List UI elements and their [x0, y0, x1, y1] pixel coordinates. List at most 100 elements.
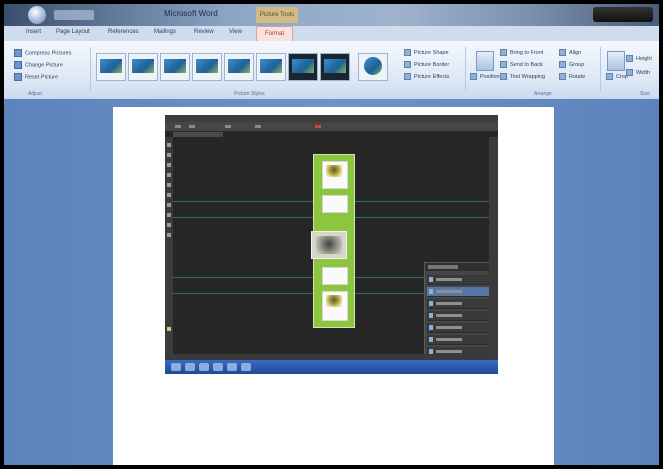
taskbar-app-icon: [171, 363, 181, 371]
word-window: Microsoft Word Picture Tools Insert Page…: [4, 4, 659, 465]
tab-format[interactable]: Format: [256, 26, 294, 42]
layer-visibility-icon: [429, 289, 433, 294]
picture-style-thumbnail-icon[interactable]: [192, 53, 222, 81]
compress-pictures-button[interactable]: Compress Pictures: [14, 49, 71, 57]
embedded-photoshop-screenshot[interactable]: [165, 115, 498, 374]
layer-row: [427, 287, 489, 297]
picture-style-thumbnail-icon[interactable]: [256, 53, 286, 81]
photoshop-tool-icon: [167, 233, 171, 237]
tab-mailings[interactable]: Mailings: [154, 29, 176, 35]
taskbar-app-icon: [199, 363, 209, 371]
layer-row: [427, 311, 489, 321]
photoshop-toolbar: [165, 137, 173, 354]
photoshop-tool-icon: [167, 327, 171, 331]
photoshop-tool-icon: [315, 125, 321, 128]
floating-image-thumbnail: [311, 231, 347, 259]
taskbar-app-icon: [185, 363, 195, 371]
picture-style-thumbnail-icon[interactable]: [160, 53, 190, 81]
layers-panel-header: [425, 263, 491, 271]
window-controls[interactable]: [593, 7, 653, 22]
picture-style-thumbnail-icon[interactable]: [358, 53, 388, 81]
reset-picture-button[interactable]: Reset Picture: [14, 73, 58, 81]
strip-cell: [322, 161, 348, 189]
taskbar-app-icon: [213, 363, 223, 371]
picture-style-thumbnail-icon[interactable]: [96, 53, 126, 81]
photoshop-tool-icon: [167, 203, 171, 207]
arrange-group-label: Arrange: [534, 91, 552, 97]
picture-styles-group-label: Picture Styles: [234, 91, 265, 97]
photoshop-tool-icon: [175, 125, 181, 128]
photoshop-tool-icon: [167, 163, 171, 167]
tab-page-layout[interactable]: Page Layout: [56, 29, 90, 35]
change-picture-button[interactable]: Change Picture: [14, 61, 63, 69]
quick-access-toolbar[interactable]: [54, 10, 94, 20]
picture-shape-button[interactable]: Picture Shape: [404, 49, 449, 56]
layer-visibility-icon: [429, 277, 433, 282]
align-button[interactable]: Align: [559, 49, 581, 56]
contextual-tab-title: Picture Tools: [256, 7, 298, 23]
crop-button[interactable]: Crop: [606, 73, 628, 80]
photoshop-tool-icon: [167, 153, 171, 157]
tab-review[interactable]: Review: [194, 29, 214, 35]
position-icon[interactable]: [476, 51, 494, 71]
tab-view[interactable]: View: [229, 29, 242, 35]
window-title: Microsoft Word: [164, 9, 218, 18]
taskbar-app-icon: [241, 363, 251, 371]
rotate-button[interactable]: Rotate: [559, 73, 585, 80]
layer-visibility-icon: [429, 325, 433, 330]
position-button[interactable]: Position: [470, 73, 500, 80]
photoshop-tool-icon: [167, 183, 171, 187]
ribbon-divider: [90, 47, 91, 91]
size-group-label: Size: [640, 91, 650, 97]
bring-to-front-button[interactable]: Bring to Front: [500, 49, 543, 56]
photoshop-tool-icon: [255, 125, 261, 128]
layer-visibility-icon: [429, 313, 433, 318]
strip-cell: [322, 291, 348, 321]
tab-references[interactable]: References: [108, 29, 139, 35]
taskbar: [165, 360, 498, 374]
picture-styles-gallery: [96, 53, 390, 83]
photoshop-tool-icon: [167, 223, 171, 227]
layer-row: [427, 299, 489, 309]
ribbon-tabs: Insert Page Layout References Mailings R…: [4, 26, 659, 42]
picture-effects-button[interactable]: Picture Effects: [404, 73, 449, 80]
photoshop-tool-icon: [167, 173, 171, 177]
adjust-group-label: Adjust: [28, 91, 42, 97]
photoshop-tool-icon: [167, 213, 171, 217]
document-area: [4, 99, 659, 465]
ribbon-divider: [600, 47, 601, 91]
picture-style-thumbnail-icon[interactable]: [288, 53, 318, 81]
height-field[interactable]: Height: [626, 55, 652, 62]
picture-border-button[interactable]: Picture Border: [404, 61, 449, 68]
tab-insert[interactable]: Insert: [26, 29, 41, 35]
document-page[interactable]: [113, 107, 554, 465]
strip-cell: [322, 267, 348, 285]
crop-icon[interactable]: [607, 51, 625, 71]
layer-visibility-icon: [429, 337, 433, 342]
title-bar: Microsoft Word Picture Tools: [4, 4, 659, 26]
photoshop-tool-icon: [225, 125, 231, 128]
office-orb-icon[interactable]: [28, 6, 46, 24]
picture-style-thumbnail-icon[interactable]: [224, 53, 254, 81]
taskbar-app-icon: [227, 363, 237, 371]
layer-visibility-icon: [429, 301, 433, 306]
text-wrapping-button[interactable]: Text Wrapping: [500, 73, 545, 80]
photoshop-tool-icon: [167, 193, 171, 197]
photoshop-panel-dock: [489, 137, 498, 354]
picture-style-thumbnail-icon[interactable]: [320, 53, 350, 81]
photoshop-tool-icon: [167, 143, 171, 147]
picture-style-thumbnail-icon[interactable]: [128, 53, 158, 81]
width-field[interactable]: Width: [626, 69, 650, 76]
send-to-back-button[interactable]: Send to Back: [500, 61, 543, 68]
layer-row: [427, 335, 489, 345]
photoshop-canvas: [173, 137, 492, 374]
layer-row: [427, 323, 489, 333]
group-button[interactable]: Group: [559, 61, 584, 68]
photoshop-menu-bar: [165, 115, 498, 122]
ribbon: Compress Pictures Change Picture Reset P…: [4, 41, 659, 100]
layer-row: [427, 275, 489, 285]
ribbon-divider: [465, 47, 466, 91]
photoshop-options-bar: [165, 122, 498, 131]
photoshop-tool-icon: [189, 125, 195, 128]
strip-cell: [322, 195, 348, 213]
